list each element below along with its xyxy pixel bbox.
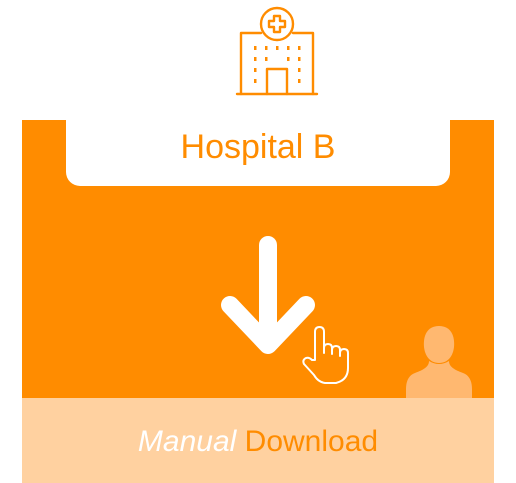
manual-download-label: Manual Download [22, 420, 494, 464]
hospital-building-icon [235, 6, 319, 96]
user-silhouette-icon [406, 326, 472, 398]
download-word: Download [244, 425, 379, 458]
hand-pointer-icon [302, 326, 349, 384]
manual-word: Manual [137, 425, 237, 458]
hospital-title: Hospital B [180, 128, 336, 166]
